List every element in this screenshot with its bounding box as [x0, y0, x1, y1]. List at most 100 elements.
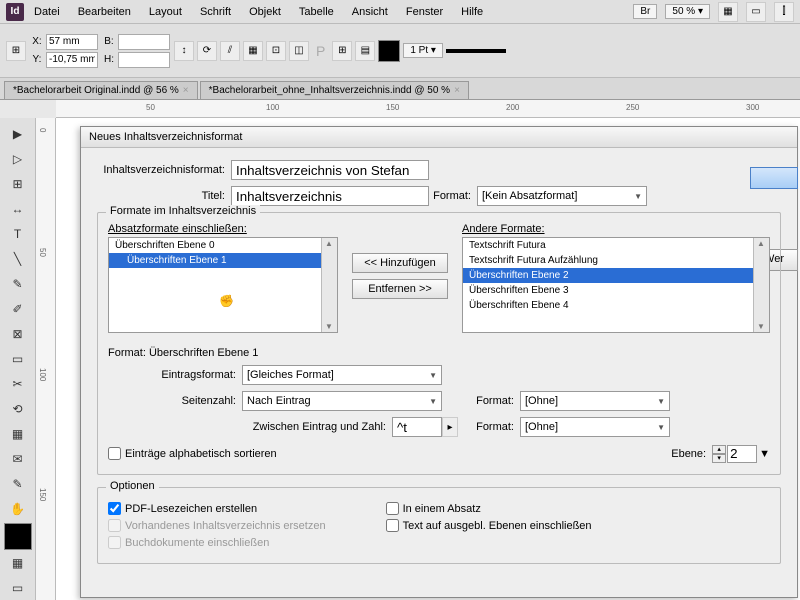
x-label: X: [30, 36, 44, 47]
view-mode-icon[interactable]: ▦ [718, 2, 738, 22]
menu-fenster[interactable]: Fenster [398, 4, 451, 20]
pdf-bookmarks-checkbox[interactable] [108, 502, 121, 515]
include-label: Absatzformate einschließen: [108, 223, 338, 235]
dialog-title: Neues Inhaltsverzeichnisformat [81, 127, 797, 148]
control-bar: ⊞ X: Y: B: H: ↕ ⟳ ⫽ ▦ ⊡ ◫ P ⊞ ▤ 1 Pt ▾ [0, 24, 800, 78]
menu-hilfe[interactable]: Hilfe [453, 4, 491, 20]
scissors-tool-icon[interactable]: ✂ [4, 373, 32, 396]
type-tool-icon[interactable]: T [4, 222, 32, 245]
flyout-icon[interactable]: ▸ [442, 417, 458, 437]
rectangle-tool-icon[interactable]: ▭ [4, 348, 32, 371]
tool-icon[interactable]: ⟳ [197, 41, 217, 61]
entry-format-dropdown[interactable]: [Gleiches Format]▼ [242, 365, 442, 385]
pagenum-format-dropdown[interactable]: [Ohne]▼ [520, 391, 670, 411]
stroke-style[interactable] [446, 49, 506, 53]
between-format-dropdown[interactable]: [Ohne]▼ [520, 417, 670, 437]
tool-icon[interactable]: ◫ [289, 41, 309, 61]
options-label: Optionen [106, 480, 159, 492]
h-input[interactable] [118, 52, 170, 68]
tool-icon[interactable]: ↕ [174, 41, 194, 61]
tool-icon[interactable]: ▤ [355, 41, 375, 61]
scrollbar[interactable] [753, 238, 769, 332]
menu-bearbeiten[interactable]: Bearbeiten [70, 4, 139, 20]
hidden-layers-checkbox[interactable] [386, 519, 399, 532]
title-format-dropdown[interactable]: [Kein Absatzformat]▼ [477, 186, 647, 206]
stroke-weight[interactable]: 1 Pt ▾ [403, 43, 443, 58]
document-tabs: *Bachelorarbeit Original.indd @ 56 %× *B… [0, 78, 800, 100]
pagenum-dropdown[interactable]: Nach Eintrag▼ [242, 391, 442, 411]
list-item[interactable]: Überschriften Ebene 0 [109, 238, 337, 253]
one-para-checkbox[interactable] [386, 502, 399, 515]
x-input[interactable] [46, 34, 98, 50]
between-label: Zwischen Eintrag und Zahl: [108, 421, 392, 433]
sort-checkbox[interactable] [108, 447, 121, 460]
scrollbar[interactable] [321, 238, 337, 332]
menu-layout[interactable]: Layout [141, 4, 190, 20]
close-icon[interactable]: × [454, 85, 460, 96]
list-item[interactable]: Überschriften Ebene 2 [463, 268, 769, 283]
note-tool-icon[interactable]: ✉ [4, 448, 32, 471]
eyedropper-tool-icon[interactable]: ✎ [4, 473, 32, 496]
toolbox: ▶ ▷ ⊞ ↔ T ╲ ✎ ✐ ⊠ ▭ ✂ ⟲ ▦ ✉ ✎ ✋ ▦ ▭ [0, 118, 36, 600]
tool-icon[interactable]: ▦ [243, 41, 263, 61]
line-tool-icon[interactable]: ╲ [4, 247, 32, 270]
list-item[interactable]: Überschriften Ebene 1 [109, 253, 337, 268]
title-input[interactable] [231, 186, 429, 206]
replace-toc-checkbox [108, 519, 121, 532]
list-item[interactable]: Überschriften Ebene 3 [463, 283, 769, 298]
grab-cursor-icon: ✊ [219, 294, 234, 308]
gap-tool-icon[interactable]: ↔ [4, 197, 32, 220]
tool-icon[interactable]: ⊡ [266, 41, 286, 61]
frame-tool-icon[interactable]: ⊠ [4, 323, 32, 346]
menu-datei[interactable]: Datei [26, 4, 68, 20]
list-item[interactable]: Textschrift Futura [463, 238, 769, 253]
menu-ansicht[interactable]: Ansicht [344, 4, 396, 20]
list-item[interactable]: Überschriften Ebene 4 [463, 298, 769, 313]
menubar: Id Datei Bearbeiten Layout Schrift Objek… [0, 0, 800, 24]
tool-icon[interactable]: ⊞ [332, 41, 352, 61]
color-mode-icon[interactable]: ▦ [4, 552, 32, 575]
app-icon: Id [6, 3, 24, 21]
gradient-tool-icon[interactable]: ▦ [4, 423, 32, 446]
other-listbox[interactable]: Textschrift Futura Textschrift Futura Au… [462, 237, 770, 333]
zoom-dropdown[interactable]: 50 % ▾ [665, 4, 710, 19]
menu-schrift[interactable]: Schrift [192, 4, 239, 20]
reference-point-icon[interactable]: ⊞ [6, 41, 26, 61]
screen-mode-icon[interactable]: ▭ [746, 2, 766, 22]
format-label: Format: [429, 190, 477, 202]
level-spinner[interactable]: ▴▾ ▼ [712, 445, 770, 463]
pencil-tool-icon[interactable]: ✐ [4, 297, 32, 320]
doc-tab[interactable]: *Bachelorarbeit Original.indd @ 56 %× [4, 81, 198, 99]
transform-tool-icon[interactable]: ⟲ [4, 398, 32, 421]
pagenum-label: Seitenzahl: [108, 395, 242, 407]
pen-tool-icon[interactable]: ✎ [4, 272, 32, 295]
page-tool-icon[interactable]: ⊞ [4, 172, 32, 195]
close-icon[interactable]: × [183, 85, 189, 96]
between-input[interactable] [392, 417, 442, 437]
arrange-icon[interactable]: ⫿ [774, 2, 794, 22]
w-label: B: [102, 36, 116, 47]
between-format-label: Format: [458, 421, 520, 433]
menu-objekt[interactable]: Objekt [241, 4, 289, 20]
hand-tool-icon[interactable]: ✋ [4, 498, 32, 521]
ok-button[interactable] [750, 167, 798, 189]
include-listbox[interactable]: Überschriften Ebene 0 Überschriften Eben… [108, 237, 338, 333]
toc-format-label: Inhaltsverzeichnisformat: [97, 164, 231, 176]
toc-format-input[interactable] [231, 160, 429, 180]
list-item[interactable]: Textschrift Futura Aufzählung [463, 253, 769, 268]
entry-format-label: Eintragsformat: [108, 369, 242, 381]
add-button[interactable]: << Hinzufügen [352, 253, 448, 273]
w-input[interactable] [118, 34, 170, 50]
y-input[interactable] [46, 52, 98, 68]
selection-tool-icon[interactable]: ▶ [4, 122, 32, 145]
h-label: H: [102, 54, 116, 65]
bridge-button[interactable]: Br [633, 4, 657, 19]
remove-button[interactable]: Entfernen >> [352, 279, 448, 299]
fill-stroke-swatch[interactable] [4, 523, 32, 550]
apply-color-icon[interactable]: ▭ [4, 577, 32, 600]
fill-swatch[interactable] [378, 40, 400, 62]
tool-icon[interactable]: ⫽ [220, 41, 240, 61]
direct-selection-tool-icon[interactable]: ▷ [4, 147, 32, 170]
doc-tab[interactable]: *Bachelorarbeit_ohne_Inhaltsverzeichnis.… [200, 81, 469, 99]
menu-tabelle[interactable]: Tabelle [291, 4, 342, 20]
